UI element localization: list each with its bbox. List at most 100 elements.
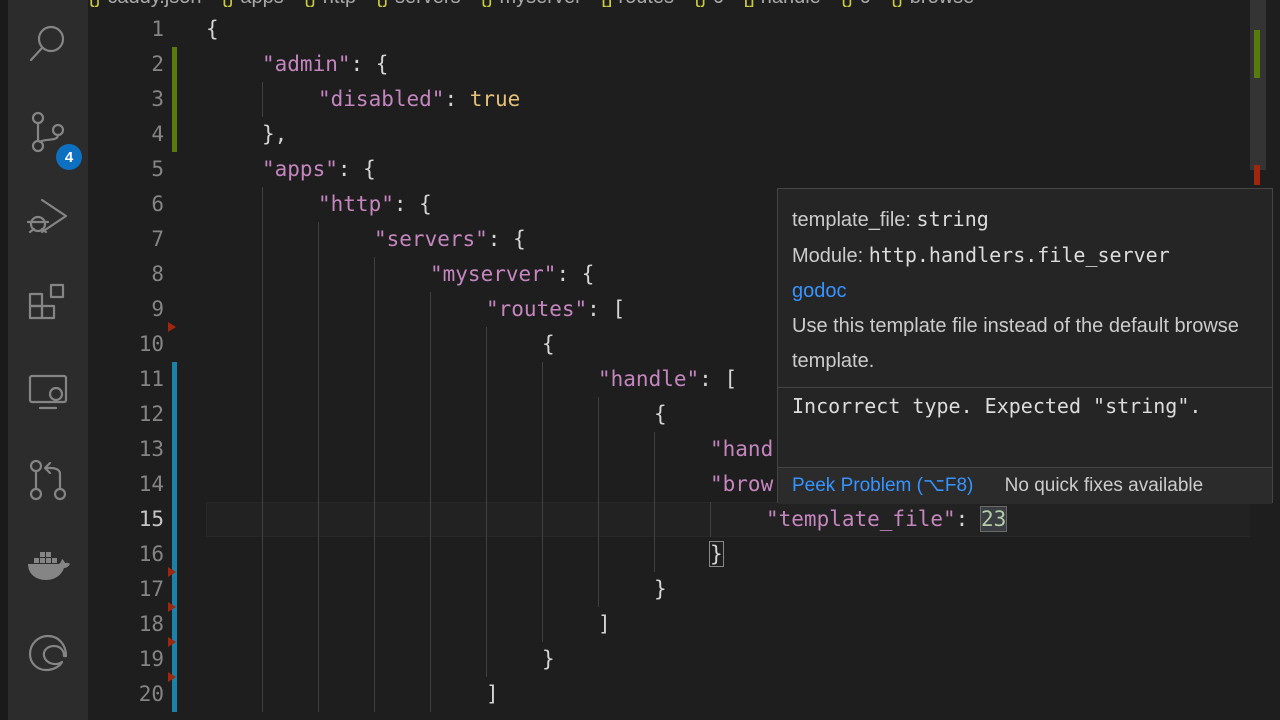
code-line[interactable]: } xyxy=(542,642,555,677)
json-punctuation: { xyxy=(206,17,219,41)
indent-guide xyxy=(542,397,543,432)
indent-guide xyxy=(374,362,375,397)
indent-guide xyxy=(486,537,487,572)
godoc-link[interactable]: godoc xyxy=(792,280,847,302)
indent-guide xyxy=(542,502,543,537)
json-punctuation: : xyxy=(444,87,470,111)
json-punctuation: : { xyxy=(556,262,595,286)
indent-guide xyxy=(598,397,599,432)
indent-guide xyxy=(374,502,375,537)
indent-guide xyxy=(374,432,375,467)
indent-guide xyxy=(430,292,431,327)
code-line[interactable]: { xyxy=(654,397,667,432)
json-punctuation: : [ xyxy=(699,367,738,391)
code-line[interactable]: "disabled": true xyxy=(318,82,520,117)
code-line[interactable]: "routes": [ xyxy=(486,292,625,327)
error-message: Incorrect type. Expected "string". xyxy=(792,394,1202,418)
indent-guide xyxy=(430,467,431,502)
hover-tooltip: template_file: string Module: http.handl… xyxy=(777,188,1273,504)
git-deleted-marker xyxy=(168,637,176,647)
hover-link-row: godoc xyxy=(792,273,1258,309)
json-punctuation: : { xyxy=(337,157,376,181)
code-line[interactable]: }, xyxy=(262,117,287,152)
hover-action-bar: Peek Problem (⌥F8) No quick fixes availa… xyxy=(778,467,1272,504)
json-punctuation: { xyxy=(654,402,667,426)
indent-guide xyxy=(262,467,263,502)
indent-guide xyxy=(262,222,263,257)
hover-divider xyxy=(778,387,1272,388)
run-debug-icon[interactable] xyxy=(8,176,88,256)
docker-icon[interactable] xyxy=(8,526,88,606)
indent-guide xyxy=(486,397,487,432)
overview-ruler-change-marker xyxy=(1254,30,1260,78)
code-line[interactable]: ] xyxy=(598,607,611,642)
indent-guide xyxy=(262,257,263,292)
indent-guide xyxy=(486,362,487,397)
no-quick-fixes-label: No quick fixes available xyxy=(1004,475,1204,496)
line-number: 15 xyxy=(138,507,164,531)
remote-explorer-icon[interactable] xyxy=(8,352,88,432)
json-key: "template_file" xyxy=(766,507,956,531)
json-key: "myserver" xyxy=(430,262,557,286)
indent-guide xyxy=(262,327,263,362)
indent-guide xyxy=(374,607,375,642)
code-line[interactable]: "admin": { xyxy=(262,47,388,82)
indent-guide xyxy=(654,432,655,467)
line-number: 20 xyxy=(138,682,164,706)
code-line[interactable]: "brow xyxy=(710,467,773,502)
code-line[interactable]: "myserver": { xyxy=(430,257,594,292)
error-squiggle xyxy=(1100,530,1126,534)
code-line[interactable]: { xyxy=(542,327,555,362)
json-punctuation: : xyxy=(955,507,981,531)
code-line[interactable]: "servers": { xyxy=(374,222,526,257)
indent-guide xyxy=(430,677,431,712)
indent-guide xyxy=(262,537,263,572)
pull-requests-icon[interactable] xyxy=(8,440,88,520)
indent-guide xyxy=(374,292,375,327)
indent-guide xyxy=(374,537,375,572)
edge-icon[interactable] xyxy=(8,612,88,692)
json-key: "disabled" xyxy=(318,87,445,111)
code-line[interactable]: } xyxy=(709,537,724,572)
json-punctuation: : { xyxy=(393,192,432,216)
extensions-icon[interactable] xyxy=(8,264,88,344)
hover-description: Use this template file instead of the de… xyxy=(792,315,1239,372)
indent-guide xyxy=(318,432,319,467)
line-number: 8 xyxy=(151,262,164,286)
line-number: 17 xyxy=(138,577,164,601)
git-deleted-marker xyxy=(168,672,176,682)
json-punctuation: : { xyxy=(350,52,389,76)
indent-guide xyxy=(430,362,431,397)
code-line[interactable]: ] xyxy=(486,677,499,712)
code-line[interactable]: { xyxy=(206,12,219,47)
code-line[interactable]: } xyxy=(654,572,667,607)
indent-guide xyxy=(374,467,375,502)
code-line[interactable]: "hand xyxy=(710,432,773,467)
line-number: 14 xyxy=(138,472,164,496)
indent-guide xyxy=(486,467,487,502)
code-line[interactable]: "http": { xyxy=(318,187,432,222)
indent-guide xyxy=(430,537,431,572)
line-number: 2 xyxy=(151,52,164,76)
json-punctuation: } xyxy=(542,647,555,671)
indent-guide xyxy=(430,327,431,362)
git-deleted-marker xyxy=(168,602,176,612)
indent-guide xyxy=(262,397,263,432)
peek-problem-button[interactable]: Peek Problem (⌥F8) xyxy=(792,475,973,496)
source-control-badge: 4 xyxy=(56,144,82,170)
search-icon[interactable] xyxy=(8,4,88,84)
code-line[interactable]: "template_file": 23 xyxy=(766,502,1008,537)
indent-guide xyxy=(598,432,599,467)
source-control-icon[interactable]: 4 xyxy=(8,92,88,172)
json-key: "handle" xyxy=(598,367,700,391)
indent-guide xyxy=(542,467,543,502)
json-key: "http" xyxy=(318,192,394,216)
json-punctuation: : [ xyxy=(587,297,626,321)
scrollbar-thumb[interactable] xyxy=(1250,0,1266,170)
code-line[interactable]: "apps": { xyxy=(262,152,376,187)
indent-guide xyxy=(262,187,263,222)
line-number: 4 xyxy=(151,122,164,146)
json-key: "admin" xyxy=(262,52,351,76)
indent-guide xyxy=(486,572,487,607)
code-line[interactable]: "handle": [ xyxy=(598,362,737,397)
